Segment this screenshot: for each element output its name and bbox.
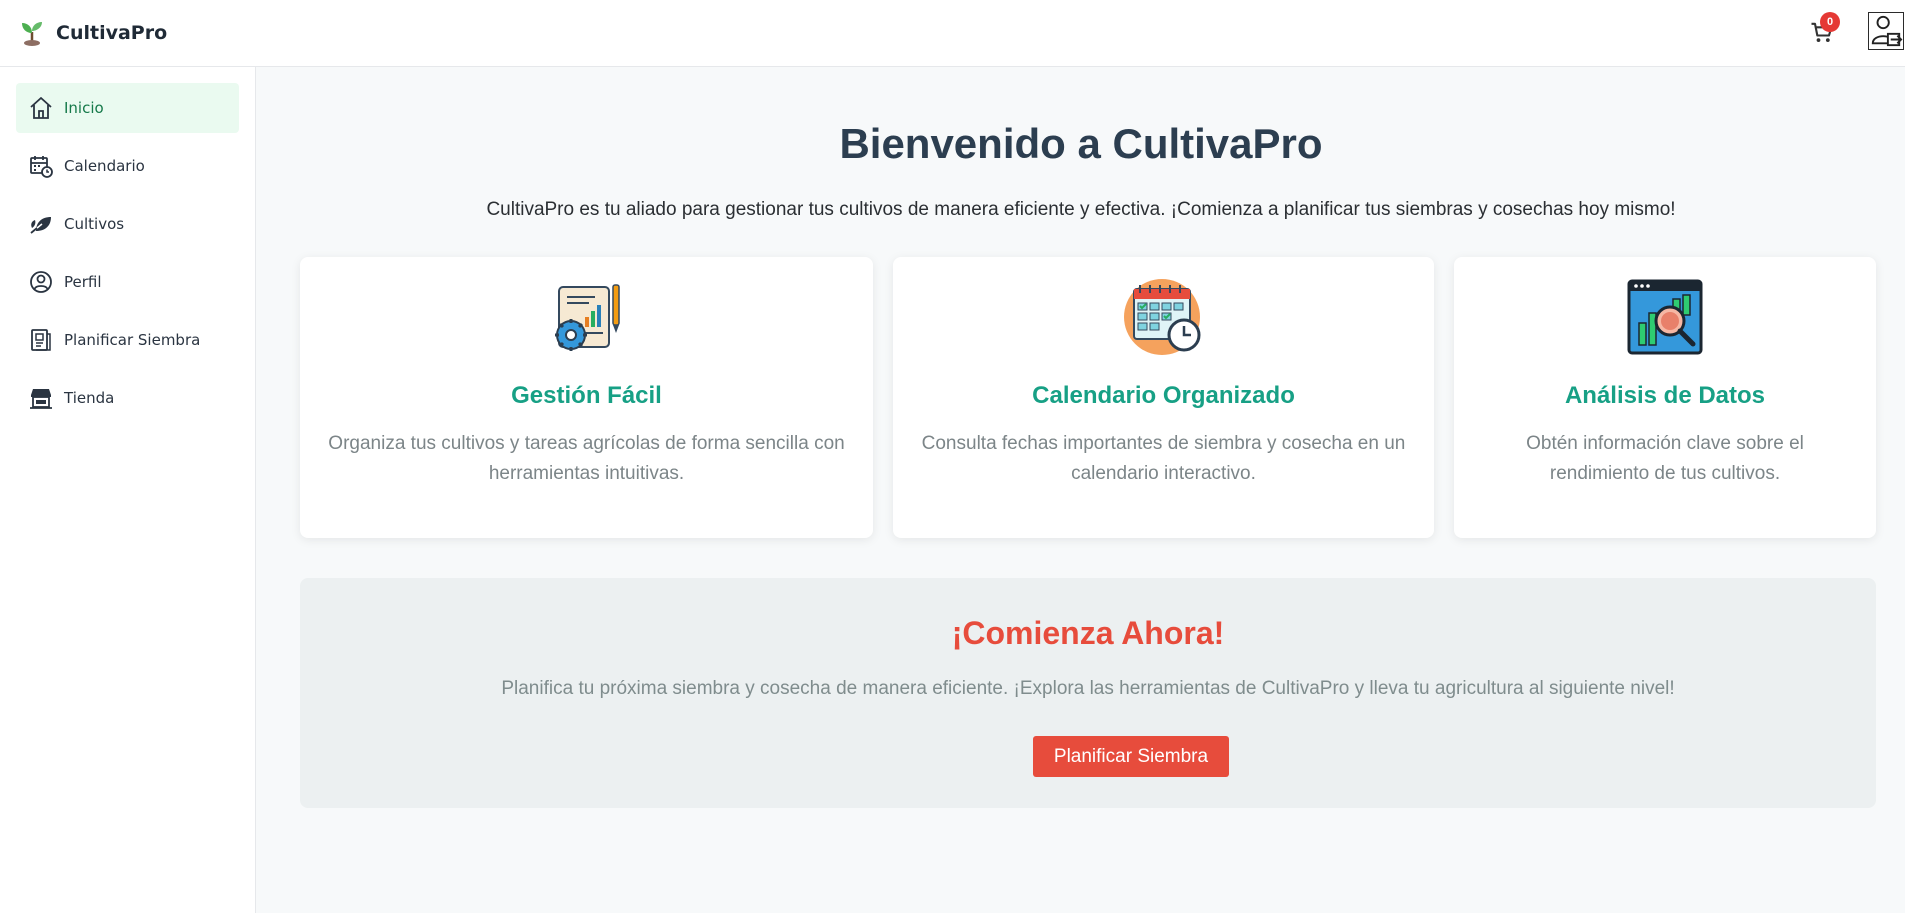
brand[interactable]: CultivaPro	[18, 19, 167, 47]
feature-title: Gestión Fácil	[511, 382, 662, 409]
user-logout-icon	[1871, 15, 1903, 47]
sidebar-item-label: Planificar Siembra	[64, 331, 201, 349]
sidebar-item-planificar-siembra[interactable]: Planificar Siembra	[16, 315, 239, 365]
sidebar-item-label: Inicio	[64, 99, 104, 117]
sprout-logo-icon	[22, 22, 42, 46]
feature-card-analisis: Análisis de Datos Obtén información clav…	[1454, 257, 1876, 538]
sidebar-item-inicio[interactable]: Inicio	[16, 83, 239, 133]
store-icon	[30, 389, 52, 409]
hero-subtitle: CultivaPro es tu aliado para gestionar t…	[486, 199, 1676, 220]
cta-title: ¡Comienza Ahora!	[951, 615, 1225, 651]
feature-text: Consulta fechas importantes de siembra y…	[921, 433, 1406, 484]
leaf-icon	[30, 217, 51, 234]
report-gear-icon	[554, 284, 620, 351]
sidebar-item-tienda[interactable]: Tienda	[16, 373, 239, 423]
user-circle-icon	[30, 271, 52, 293]
page-title: Bienvenido a CultivaPro	[839, 120, 1323, 167]
calendar-icon	[30, 156, 53, 178]
feature-card-calendario: Calendario Organizado Consulta fechas im…	[893, 257, 1434, 538]
feature-text: Organiza tus cultivos y tareas agrícolas…	[328, 433, 845, 484]
feature-title: Análisis de Datos	[1564, 382, 1766, 409]
sidebar-item-calendario[interactable]: Calendario	[16, 141, 239, 191]
sidebar-item-cultivos[interactable]: Cultivos	[16, 199, 239, 249]
planificar-siembra-button[interactable]: Planificar Siembra	[1033, 736, 1229, 777]
sidebar-item-label: Tienda	[64, 389, 115, 407]
sidebar-item-label: Calendario	[64, 157, 145, 175]
top-header: CultivaPro 0	[0, 0, 1905, 67]
chart-magnifier-icon	[1627, 279, 1703, 355]
calendar-clock-icon	[1123, 279, 1200, 355]
sidebar-item-label: Cultivos	[64, 215, 125, 233]
brand-name: CultivaPro	[56, 22, 168, 44]
logout-button[interactable]	[1868, 12, 1904, 50]
cta-section: ¡Comienza Ahora! Planifica tu próxima si…	[300, 578, 1876, 808]
feature-text: Obtén información clave sobre el rendimi…	[1526, 433, 1804, 484]
document-icon	[31, 329, 51, 351]
sidebar-item-perfil[interactable]: Perfil	[16, 257, 239, 307]
sidebar-item-label: Perfil	[64, 273, 102, 291]
home-icon	[30, 97, 52, 119]
feature-title: Calendario Organizado	[1032, 382, 1295, 409]
feature-card-gestion: Gestión Fácil Organiza tus cultivos y ta…	[300, 257, 873, 538]
sidebar: Inicio Calendario Cultivos Perfil Planif…	[0, 67, 256, 913]
cta-text: Planifica tu próxima siembra y cosecha d…	[501, 678, 1675, 699]
cart-count-badge: 0	[1820, 12, 1840, 32]
main-content: Bienvenido a CultivaPro CultivaPro es tu…	[257, 67, 1905, 913]
